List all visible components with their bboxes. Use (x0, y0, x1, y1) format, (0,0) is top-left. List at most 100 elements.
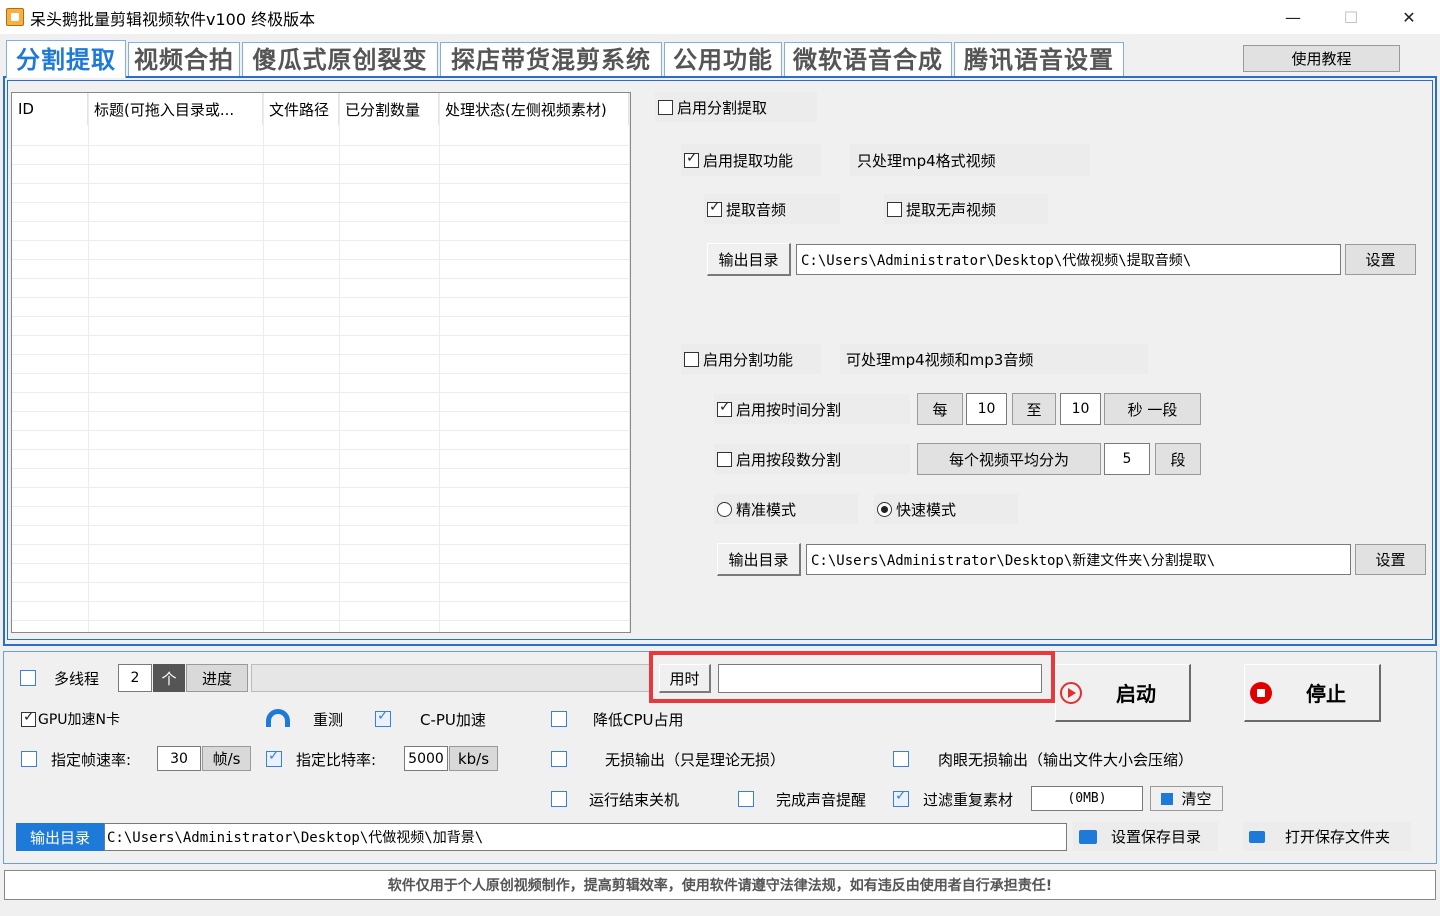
visual-lossless-option[interactable]: 肉眼无损输出（输出文件大小会压缩） (893, 748, 1193, 770)
tab-original-fission[interactable]: 傻瓜式原创裂变 (242, 42, 438, 76)
column-header-title[interactable]: 标题(可拖入目录或... (88, 93, 263, 125)
tab-label: 微软语音合成 (793, 45, 943, 74)
split-by-time-checkbox[interactable] (717, 399, 732, 417)
table-row-line (12, 354, 630, 355)
split-from-input[interactable]: 10 (966, 393, 1007, 425)
filter-dup-checkbox[interactable] (893, 788, 909, 807)
tab-tencent-voice[interactable]: 腾讯语音设置 (954, 42, 1124, 76)
table-row-line (12, 525, 630, 526)
precise-mode-option[interactable]: 精准模式 (714, 494, 858, 524)
column-header-path[interactable]: 文件路径 (263, 93, 339, 125)
split-note: 可处理mp4视频和mp3音频 (840, 344, 1148, 374)
table-row-line (12, 430, 630, 431)
frame-rate-checkbox[interactable] (21, 751, 37, 767)
fast-mode-option[interactable]: 快速模式 (874, 494, 1018, 524)
split-by-time-option[interactable]: 启用按时间分割 (714, 394, 910, 424)
enable-split-option[interactable]: 启用分割功能 (681, 344, 821, 374)
reduce-cpu-option[interactable]: 降低CPU占用 (551, 708, 684, 730)
split-set-button[interactable]: 设置 (1355, 544, 1426, 575)
seconds-segment-label: 秒 一段 (1104, 393, 1201, 425)
avg-split-label: 每个视频平均分为 (917, 443, 1101, 475)
gpu-accel-checkbox[interactable] (21, 709, 36, 727)
threads-input[interactable]: 2 (118, 664, 152, 692)
minimize-button[interactable]: — (1264, 0, 1322, 34)
tutorial-button[interactable]: 使用教程 (1243, 45, 1400, 72)
split-by-count-checkbox[interactable] (717, 451, 732, 467)
cpu-accel-option[interactable]: C-PU加速 (375, 708, 486, 730)
frame-rate-option[interactable]: 指定帧速率: (21, 748, 131, 770)
extract-output-dir-field[interactable]: C:\Users\Administrator\Desktop\代做视频\提取音频… (796, 244, 1341, 275)
multithread-checkbox[interactable] (20, 670, 36, 686)
tab-store-mix[interactable]: 探店带货混剪系统 (440, 42, 662, 76)
multithread-label: 多线程 (54, 669, 100, 688)
table-row-line (12, 145, 630, 146)
column-header-id[interactable]: ID (12, 93, 88, 125)
retest-button[interactable]: 重测 (313, 708, 343, 730)
tab-video-combine[interactable]: 视频合拍 (128, 42, 240, 76)
start-button[interactable]: 启动 (1055, 664, 1191, 722)
precise-mode-radio[interactable] (717, 501, 732, 517)
table-row-line (12, 544, 630, 545)
split-by-count-option[interactable]: 启用按段数分割 (714, 444, 910, 474)
extract-set-button[interactable]: 设置 (1345, 244, 1416, 275)
table-row-line (12, 411, 630, 412)
extract-audio-checkbox[interactable] (707, 199, 722, 217)
split-output-dir-field[interactable]: C:\Users\Administrator\Desktop\新建文件夹\分割提… (806, 544, 1351, 575)
column-header-split-count[interactable]: 已分割数量 (339, 93, 439, 125)
column-header-status[interactable]: 处理状态(左侧视频素材) (439, 93, 629, 125)
enable-extract-option[interactable]: 启用提取功能 (681, 144, 821, 176)
extract-output-dir-label: 输出目录 (707, 243, 791, 276)
enable-split-extract-checkbox[interactable] (658, 99, 673, 115)
clear-button[interactable]: 清空 (1150, 786, 1223, 811)
extract-silent-option[interactable]: 提取无声视频 (884, 194, 1048, 224)
file-table[interactable]: ID 标题(可拖入目录或... 文件路径 已分割数量 处理状态(左侧视频素材) (11, 92, 631, 633)
extract-silent-checkbox[interactable] (887, 201, 902, 217)
table-row-line (12, 183, 630, 184)
extract-audio-label: 提取音频 (726, 200, 787, 219)
open-save-dir-button[interactable]: 打开保存文件夹 (1243, 822, 1411, 851)
bitrate-checkbox[interactable] (266, 748, 282, 767)
output-dir-field[interactable]: C:\Users\Administrator\Desktop\代做视频\加背景\ (104, 823, 1067, 851)
stop-icon (1250, 681, 1272, 704)
sound-alert-checkbox[interactable] (738, 791, 754, 807)
tab-label: 探店带货混剪系统 (451, 45, 651, 74)
multithread-option[interactable]: 多线程 (20, 664, 99, 692)
table-row-line (12, 563, 630, 564)
split-to-input[interactable]: 10 (1060, 393, 1101, 425)
shutdown-checkbox[interactable] (551, 791, 567, 807)
sound-alert-option[interactable]: 完成声音提醒 (738, 788, 866, 810)
close-button[interactable]: ✕ (1380, 0, 1438, 34)
table-row-line (12, 468, 630, 469)
lossless-checkbox[interactable] (551, 751, 567, 767)
extract-audio-option[interactable]: 提取音频 (704, 194, 840, 224)
table-row-line (12, 601, 630, 602)
set-save-dir-button[interactable]: 设置保存目录 (1073, 822, 1218, 851)
speedometer-icon[interactable] (266, 709, 290, 727)
fast-mode-radio[interactable] (877, 501, 892, 517)
tab-common[interactable]: 公用功能 (664, 42, 782, 76)
maximize-button[interactable]: ☐ (1322, 0, 1380, 34)
visual-lossless-checkbox[interactable] (893, 751, 909, 767)
bitrate-input[interactable]: 5000 (404, 746, 448, 771)
stop-button[interactable]: 停止 (1244, 664, 1381, 722)
tab-split-extract[interactable]: 分割提取 (6, 40, 126, 78)
gpu-accel-option[interactable]: GPU加速N卡 (21, 708, 120, 730)
shutdown-option[interactable]: 运行结束关机 (551, 788, 679, 810)
filter-dup-option[interactable]: 过滤重复素材 (893, 788, 1013, 810)
every-label: 每 (917, 393, 963, 425)
lossless-option[interactable]: 无损输出（只是理论无损） (551, 748, 785, 770)
enable-split-checkbox[interactable] (684, 351, 699, 367)
frame-rate-input[interactable]: 30 (157, 746, 201, 771)
reduce-cpu-label: 降低CPU占用 (593, 710, 684, 729)
segments-input[interactable]: 5 (1104, 443, 1150, 475)
reduce-cpu-checkbox[interactable] (551, 711, 567, 727)
enable-extract-checkbox[interactable] (684, 150, 699, 168)
table-row-line (12, 487, 630, 488)
tab-label: 分割提取 (16, 45, 116, 74)
enable-split-extract-option[interactable]: 启用分割提取 (655, 92, 817, 122)
tab-label: 腾讯语音设置 (964, 45, 1114, 74)
tab-ms-tts[interactable]: 微软语音合成 (784, 42, 952, 76)
cpu-accel-checkbox[interactable] (375, 708, 391, 727)
app-icon (6, 8, 24, 26)
bitrate-option[interactable]: 指定比特率: (266, 748, 376, 770)
